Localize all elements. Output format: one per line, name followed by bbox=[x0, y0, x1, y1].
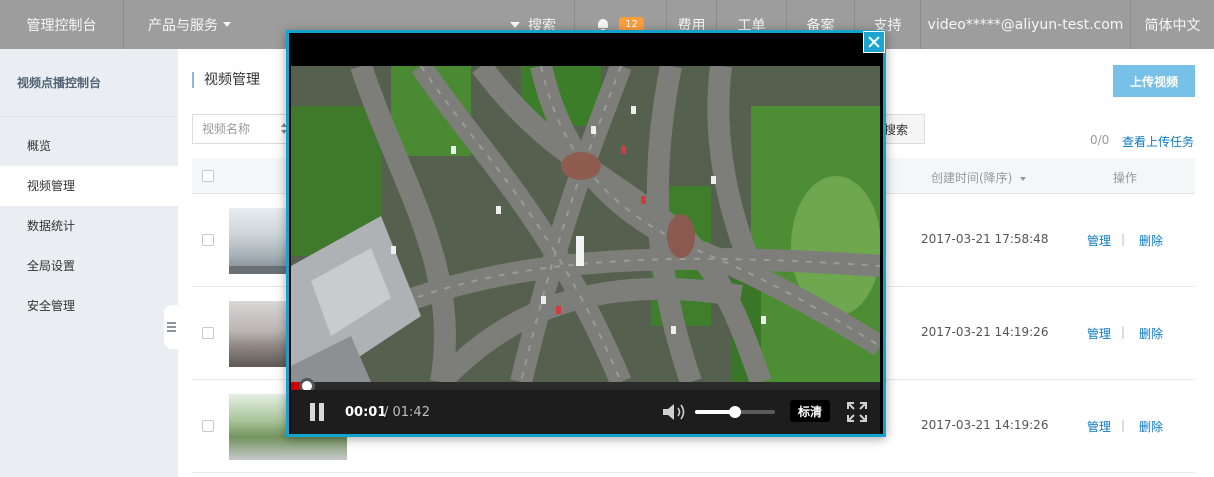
sidebar-item-statistics[interactable]: 数据统计 bbox=[0, 206, 178, 246]
actions-header: 操作 bbox=[1113, 171, 1138, 185]
view-upload-tasks-link[interactable]: 查看上传任务 bbox=[1122, 133, 1194, 150]
volume-slider[interactable] bbox=[695, 406, 775, 418]
manage-link[interactable]: 管理 bbox=[1087, 232, 1111, 249]
current-time: 00:01 bbox=[345, 405, 387, 420]
upload-video-button[interactable]: 上传视频 bbox=[1113, 65, 1195, 97]
sidebar-collapse-handle[interactable] bbox=[164, 305, 178, 349]
volume-handle[interactable] bbox=[729, 406, 741, 418]
created-time-header-label: 创建时间(降序) bbox=[931, 171, 1013, 185]
row-checkbox[interactable] bbox=[202, 327, 214, 339]
menu-icon bbox=[166, 322, 176, 332]
delete-link[interactable]: 删除 bbox=[1139, 418, 1163, 435]
sidebar-item-video-management[interactable]: 视频管理 bbox=[0, 166, 178, 206]
page-title: 视频管理 bbox=[192, 72, 260, 88]
row-checkbox[interactable] bbox=[202, 420, 214, 432]
close-player-button[interactable] bbox=[863, 31, 885, 53]
delete-link[interactable]: 删除 bbox=[1139, 325, 1163, 342]
created-time: 2017-03-21 14:19:26 bbox=[921, 325, 1049, 339]
video-progress-bar[interactable] bbox=[291, 378, 880, 394]
player-controls: 00:01 / 01:42 标清 bbox=[291, 390, 880, 434]
sidebar-item-global-settings[interactable]: 全局设置 bbox=[0, 246, 178, 286]
sidebar-menu: 概览 视频管理 数据统计 全局设置 安全管理 bbox=[0, 126, 178, 326]
manage-link[interactable]: 管理 bbox=[1087, 418, 1111, 435]
created-time: 2017-03-21 14:19:26 bbox=[921, 418, 1049, 432]
chevron-down-icon bbox=[510, 21, 520, 28]
products-services-menu[interactable]: 产品与服务 bbox=[124, 0, 231, 49]
action-separator: | bbox=[1121, 232, 1126, 246]
row-checkbox[interactable] bbox=[202, 234, 214, 246]
sort-created-time-header[interactable]: 创建时间(降序) bbox=[931, 169, 1027, 186]
sidebar-title: 视频点播控制台 bbox=[0, 49, 178, 117]
language-menu[interactable]: 简体中文 bbox=[1130, 0, 1214, 49]
created-time: 2017-03-21 17:58:48 bbox=[921, 232, 1049, 246]
products-services-label: 产品与服务 bbox=[148, 17, 218, 34]
sidebar-item-security[interactable]: 安全管理 bbox=[0, 286, 178, 326]
sidebar-item-overview[interactable]: 概览 bbox=[0, 126, 178, 166]
console-home-link[interactable]: 管理控制台 bbox=[0, 0, 124, 49]
user-account-menu[interactable]: video*****@aliyun-test.com bbox=[920, 0, 1130, 49]
total-duration: / 01:42 bbox=[384, 405, 430, 420]
chevron-down-icon bbox=[223, 22, 231, 27]
quality-selector-button[interactable]: 标清 bbox=[790, 400, 830, 422]
video-frame[interactable] bbox=[291, 66, 880, 382]
bell-icon bbox=[597, 18, 609, 32]
video-player-dialog: 00:01 / 01:42 标清 bbox=[286, 30, 886, 437]
filter-field-value: 视频名称 bbox=[202, 122, 251, 136]
manage-link[interactable]: 管理 bbox=[1087, 325, 1111, 342]
fullscreen-icon[interactable] bbox=[846, 401, 868, 423]
action-separator: | bbox=[1121, 418, 1126, 432]
upload-task-count: 0/0 bbox=[1090, 133, 1110, 147]
filter-field-select[interactable]: 视频名称 bbox=[192, 114, 292, 144]
action-separator: | bbox=[1121, 325, 1126, 339]
select-all-checkbox[interactable] bbox=[202, 170, 214, 182]
video-progress-fill bbox=[291, 382, 299, 390]
sort-down-icon bbox=[1020, 176, 1027, 181]
volume-icon[interactable] bbox=[661, 402, 689, 422]
aerial-highway-video-image bbox=[291, 66, 880, 382]
pause-icon[interactable] bbox=[310, 403, 324, 421]
sidebar: 视频点播控制台 概览 视频管理 数据统计 全局设置 安全管理 bbox=[0, 49, 178, 477]
delete-link[interactable]: 删除 bbox=[1139, 232, 1163, 249]
